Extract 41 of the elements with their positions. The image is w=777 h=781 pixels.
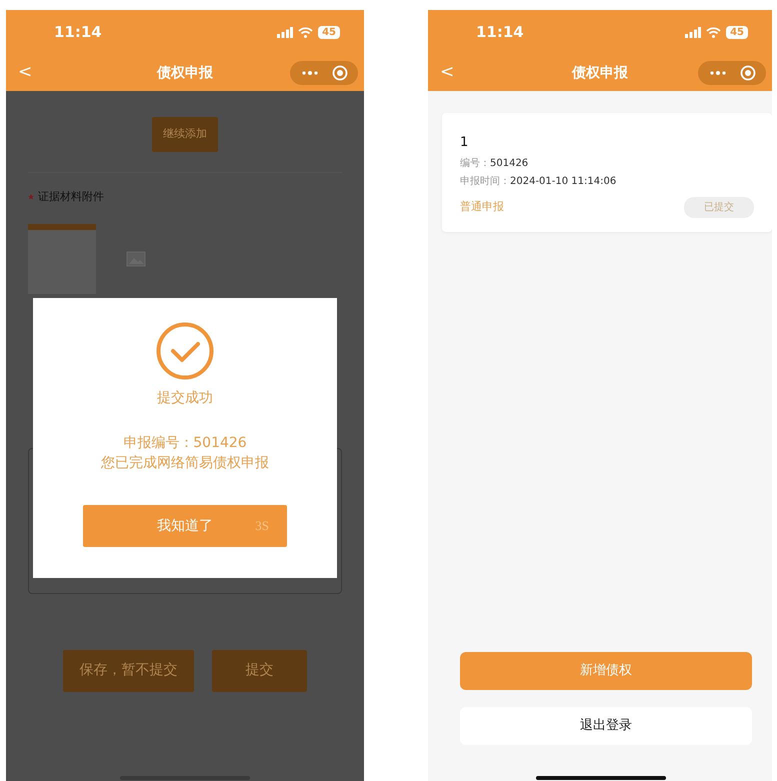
status-time: 11:14 — [476, 22, 524, 44]
back-button[interactable]: < — [18, 60, 32, 86]
claim-card[interactable]: 1 编号：501426 申报时间：2024-01-10 11:14:06 普通申报 已提交 — [442, 113, 772, 232]
time-label: 申报时间： — [460, 174, 510, 188]
more-icon — [710, 71, 726, 75]
battery-level: 45 — [318, 26, 340, 39]
add-button[interactable]: 继续添加 — [152, 117, 218, 152]
logout-button[interactable]: 退出登录 — [460, 707, 752, 745]
wifi-icon — [706, 27, 722, 38]
check-circle-icon — [156, 322, 214, 380]
required-star-icon — [28, 194, 34, 200]
submit-button[interactable]: 提交 — [212, 650, 307, 692]
page-title: 债权申报 — [157, 64, 213, 80]
claim-type: 普通申报 — [460, 198, 504, 215]
back-button[interactable]: < — [440, 60, 454, 86]
wifi-icon — [298, 27, 314, 38]
claim-index: 1 — [460, 134, 470, 152]
claim-time: 2024-01-10 11:14:06 — [510, 174, 616, 188]
status-badge: 已提交 — [684, 196, 754, 218]
confirm-button[interactable]: 我知道了 3S — [83, 505, 287, 547]
battery-level: 45 — [726, 26, 748, 39]
page-title: 债权申报 — [572, 64, 628, 80]
attachments-label: 证据材料附件 — [38, 189, 104, 205]
claim-number: 501426 — [490, 156, 528, 170]
status-time: 11:14 — [54, 22, 102, 44]
capsule-menu[interactable] — [698, 61, 766, 85]
target-icon — [740, 65, 756, 81]
add-claim-button[interactable]: 新增债权 — [460, 652, 752, 690]
photo-placeholder — [28, 224, 96, 294]
capsule-menu[interactable] — [290, 61, 358, 85]
countdown-timer: 3S — [255, 517, 269, 536]
number-label: 编号： — [460, 156, 490, 170]
more-icon — [302, 71, 318, 75]
image-icon — [126, 250, 146, 266]
target-icon — [332, 65, 348, 81]
save-draft-button[interactable]: 保存，暂不提交 — [63, 650, 194, 692]
dialog-title: 提交成功 — [157, 389, 213, 408]
dialog-message: 您已完成网络简易债权申报 — [101, 454, 269, 473]
claim-number: 申报编号：501426 — [122, 434, 248, 453]
signal-icon — [277, 27, 294, 38]
signal-icon — [685, 27, 702, 38]
